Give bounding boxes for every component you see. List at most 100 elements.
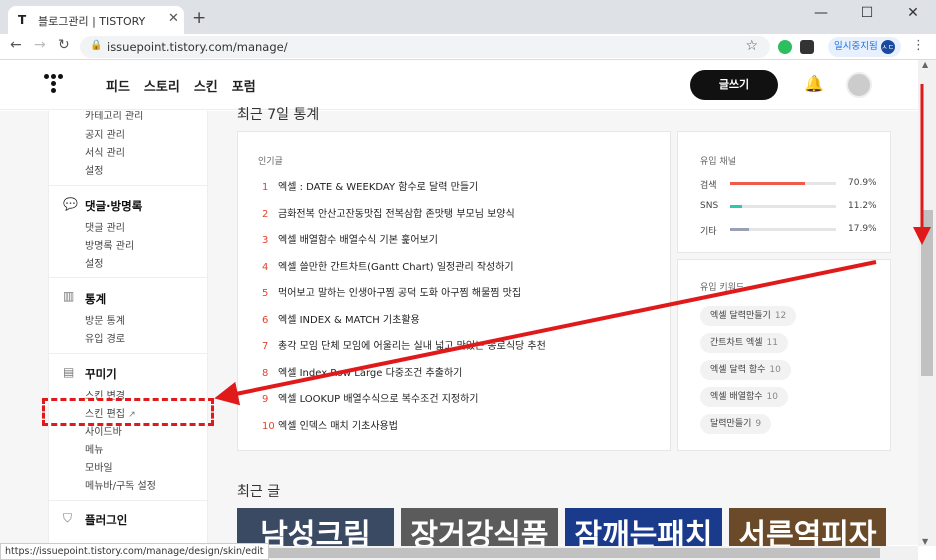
sidebar-head-stats[interactable]: 통계 (85, 291, 106, 307)
sidebar-item-comments[interactable]: 댓글 관리 (85, 219, 125, 234)
window-controls: — ☐ ✕ (798, 0, 936, 30)
back-arrow-icon[interactable]: ← (10, 37, 22, 53)
channel-name: 검색 (700, 181, 717, 191)
channel-row: SNS 11.2% (700, 201, 890, 211)
profile-avatar: ㅅㄷ (880, 39, 895, 54)
write-button[interactable]: 글쓰기 (690, 70, 778, 100)
sidebar-item-template[interactable]: 서식 관리 (85, 144, 125, 159)
channel-bar (730, 205, 836, 208)
keyword-card: 유입 키워드 엑셀 달력만들기 12 간트차트 엑셀 11 엑셀 달력 함수 10 엑셀 배… (677, 259, 891, 451)
minimize-button[interactable]: — (798, 0, 844, 30)
nav-skin[interactable]: 스킨 (194, 76, 218, 95)
recent-post-thumbnail[interactable]: 서른역피자 (729, 508, 886, 548)
browser-tab-strip: T 블로그관리 | TISTORY ✕ + — ☐ ✕ (0, 0, 936, 34)
new-tab-button[interactable]: + (192, 8, 206, 28)
sidebar-item-notice[interactable]: 공지 관리 (85, 126, 125, 141)
browser-menu-icon[interactable]: ⋮ (912, 38, 925, 53)
post-title: 엑셀 배열함수 배열수식 기본 훑어보기 (278, 235, 438, 246)
sidebar-item-visits[interactable]: 방문 통계 (85, 312, 125, 327)
nav-feed[interactable]: 피드 (106, 76, 130, 95)
tistory-logo-icon[interactable] (44, 74, 64, 96)
nav-forum[interactable]: 포럼 (232, 76, 256, 95)
tab-close-icon[interactable]: ✕ (168, 11, 179, 26)
address-toolbar: ← → ↻ 🔒 issuepoint.tistory.com/manage/ ☆… (0, 34, 936, 60)
post-title: 엑셀 Index Row Large 다중조건 추출하기 (278, 367, 463, 379)
channel-percent: 70.9% (848, 178, 877, 188)
popular-post-item[interactable]: 3 엑셀 배열함수 배열수식 기본 훑어보기 (262, 231, 438, 246)
channel-bar (730, 182, 836, 185)
popular-post-item[interactable]: 9 엑셀 LOOKUP 배열수식으로 복수조건 지정하기 (262, 390, 479, 405)
popular-post-item[interactable]: 4 엑셀 쓸만한 간트차트(Gantt Chart) 일정관리 작성하기 (262, 258, 514, 273)
hscroll-thumb[interactable] (220, 548, 880, 558)
bookmark-star-icon[interactable]: ☆ (745, 38, 758, 54)
keyword-count: 11 (766, 338, 778, 348)
bar-chart-icon: ▥ (63, 289, 75, 303)
channel-name: 기타 (700, 227, 717, 237)
popular-posts-card: 인기글 1 엑셀 : DATE & WEEKDAY 함수로 달력 만들기 2 금화전복… (237, 131, 671, 451)
recent-post-thumbnail[interactable]: 장거강식품 (401, 508, 558, 548)
global-nav: 피드 스토리 스킨 포럼 (106, 76, 256, 95)
sidebar-item-comment-settings[interactable]: 설정 (85, 255, 103, 270)
scroll-up-icon[interactable]: ▲ (922, 60, 928, 69)
sidebar-item-guestbook[interactable]: 방명록 관리 (85, 237, 134, 252)
sidebar-head-decorate[interactable]: 꾸미기 (85, 366, 117, 382)
highlight-box-annotation (42, 398, 214, 426)
popular-post-item[interactable]: 8 엑셀 Index Row Large 다중조건 추출하기 (262, 364, 462, 379)
sidebar-item-category[interactable]: 카테고리 관리 (85, 111, 143, 122)
close-window-button[interactable]: ✕ (890, 0, 936, 30)
recent-post-thumbnail[interactable]: 남성크림 (237, 508, 394, 548)
stats-title: 최근 7일 통계 (237, 107, 320, 123)
vertical-scrollbar[interactable]: ▲ ▼ (918, 60, 936, 546)
sidebar-item-mobile[interactable]: 모바일 (85, 459, 113, 474)
profile-paused-badge[interactable]: 일시중지됨 ㅅㄷ (828, 37, 901, 57)
keyword-chip[interactable]: 엑셀 달력 함수 10 (700, 360, 791, 380)
keyword-chip[interactable]: 간트차트 엑셀 11 (700, 333, 788, 353)
forward-arrow-icon[interactable]: → (34, 37, 46, 53)
channel-label: 유입 채널 (700, 157, 736, 167)
user-avatar[interactable] (846, 72, 872, 98)
popular-post-item[interactable]: 5 먹어보고 말하는 인생아구찜 공덕 도화 아구찜 해물찜 맛집 (262, 284, 521, 299)
sidebar-item-settings[interactable]: 설정 (85, 162, 103, 177)
browser-tab[interactable]: T 블로그관리 | TISTORY ✕ (8, 6, 184, 34)
manage-sidebar: 카테고리 관리 공지 관리 서식 관리 설정 💬 댓글·방명록 댓글 관리 방명… (48, 111, 208, 545)
keyword-label: 유입 키워드 (700, 283, 745, 293)
sidebar-head-comments[interactable]: 댓글·방명록 (85, 198, 142, 214)
nav-story[interactable]: 스토리 (144, 76, 180, 95)
omnibox[interactable]: 🔒 issuepoint.tistory.com/manage/ ☆ (80, 36, 770, 58)
popular-post-item[interactable]: 1 엑셀 : DATE & WEEKDAY 함수로 달력 만들기 (262, 178, 478, 193)
sidebar-head-plugin[interactable]: 플러그인 (85, 512, 127, 528)
evernote-extension-icon[interactable] (778, 40, 792, 54)
reload-icon[interactable]: ↻ (58, 37, 70, 53)
scroll-down-icon[interactable]: ▼ (922, 537, 928, 546)
popular-post-item[interactable]: 10 엑셀 인덱스 매치 기초사용법 (262, 417, 398, 432)
popular-post-item[interactable]: 7 총각 모임 단체 모임에 어울리는 실내 넓고 맛있는 종로식당 추천 (262, 337, 546, 352)
recent-posts-title: 최근 글 (237, 484, 281, 500)
recent-post-thumbnail[interactable]: 잠깨는패치 (565, 508, 722, 548)
maximize-button[interactable]: ☐ (844, 0, 890, 30)
popular-post-item[interactable]: 6 엑셀 INDEX & MATCH 기초활용 (262, 311, 420, 326)
keyword-text: 엑셀 배열함수 (710, 392, 763, 402)
post-rank: 8 (262, 367, 269, 379)
popular-post-item[interactable]: 2 금화전복 안산고잔동맛집 전복삼합 존맛탱 부모님 보양식 (262, 205, 515, 220)
channel-bar (730, 228, 836, 231)
channel-name: SNS (700, 201, 719, 211)
channel-card: 유입 채널 검색 70.9% SNS 11.2% 기타 17.9% (677, 131, 891, 253)
keyword-chip[interactable]: 엑셀 달력만들기 12 (700, 306, 797, 326)
keyword-chip[interactable]: 달력만들기 9 (700, 414, 772, 434)
post-title: 엑셀 인덱스 매치 기초사용법 (278, 420, 398, 432)
extension-icon[interactable] (800, 40, 814, 54)
url-text[interactable]: issuepoint.tistory.com/manage/ (107, 40, 288, 54)
post-rank: 3 (262, 235, 269, 246)
sidebar-item-menu[interactable]: 메뉴 (85, 441, 103, 456)
keyword-text: 달력만들기 (710, 419, 752, 429)
bell-icon[interactable]: 🔔 (804, 74, 824, 93)
channel-row: 기타 17.9% (700, 224, 890, 237)
keyword-text: 엑셀 달력만들기 (710, 311, 771, 321)
keyword-count: 10 (769, 365, 781, 375)
sidebar-item-referrer[interactable]: 유입 경로 (85, 330, 125, 345)
keyword-chip[interactable]: 엑셀 배열함수 10 (700, 387, 788, 407)
scroll-thumb[interactable] (921, 210, 933, 376)
sidebar-item-menubar[interactable]: 메뉴바/구독 설정 (85, 477, 156, 492)
divider (49, 277, 207, 278)
keyword-count: 12 (774, 311, 787, 321)
